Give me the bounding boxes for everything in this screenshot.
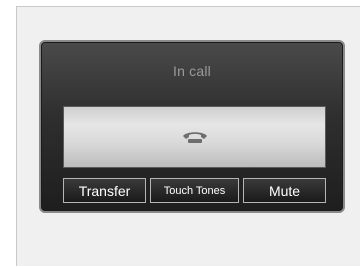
screen-title: In call	[173, 63, 211, 79]
mute-button[interactable]: Mute	[243, 178, 326, 203]
call-actions: Transfer Touch Tones Mute	[63, 178, 326, 203]
transfer-button[interactable]: Transfer	[63, 178, 146, 203]
touch-tones-button[interactable]: Touch Tones	[150, 178, 239, 203]
phone-handset-icon	[182, 132, 207, 143]
phone-screen: In call Transfer Touch Tones Mute	[39, 40, 345, 213]
active-call-panel	[63, 106, 326, 168]
